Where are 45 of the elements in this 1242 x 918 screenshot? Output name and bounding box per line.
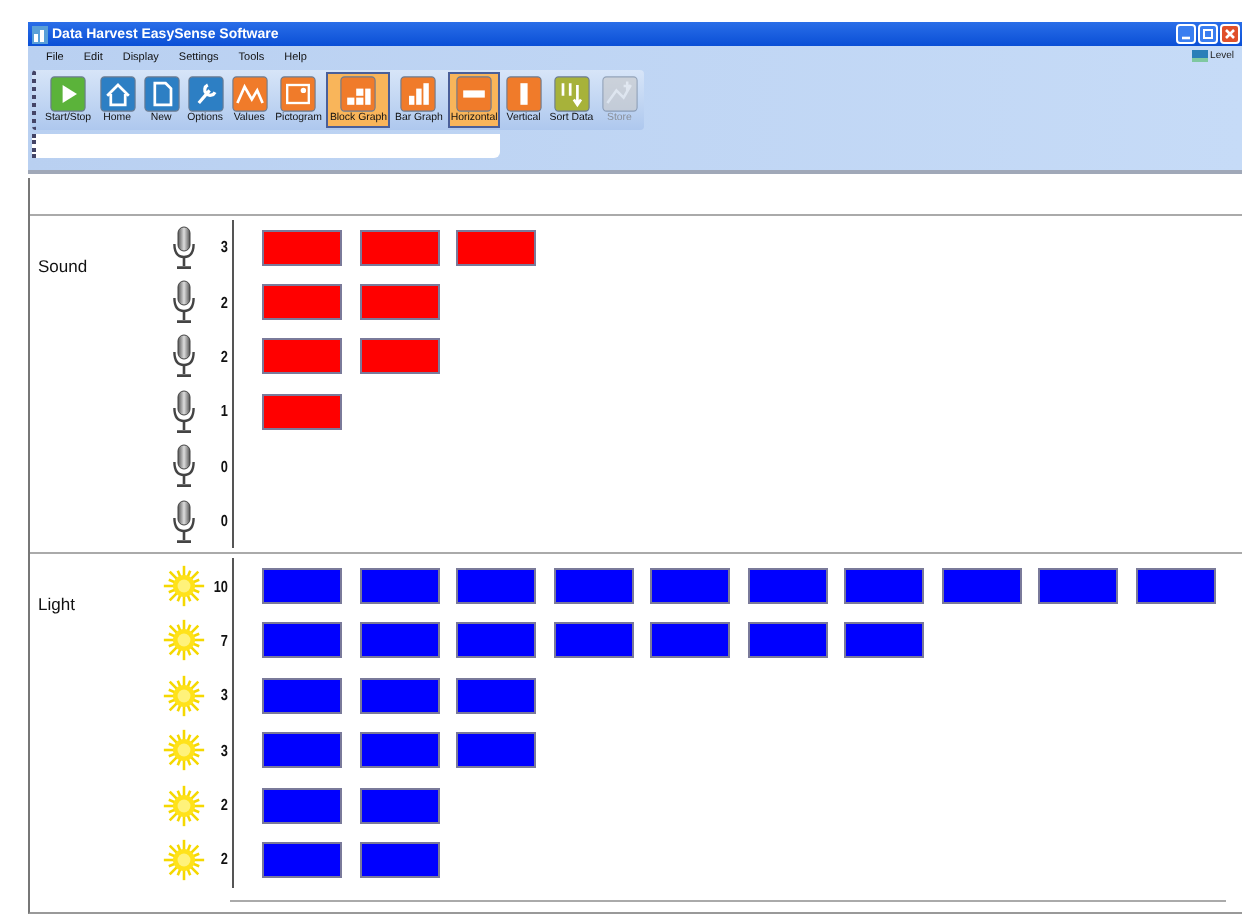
horizontal-bar-icon [456, 76, 493, 112]
value-label: 2 [218, 850, 228, 869]
value-label: 7 [218, 631, 228, 650]
sun-icon [162, 728, 206, 773]
app-icon [32, 25, 48, 43]
close-icon [1222, 26, 1238, 42]
close-button[interactable] [1220, 24, 1240, 44]
value-label: 2 [218, 293, 228, 312]
value-label: 2 [218, 347, 228, 366]
document-icon [143, 76, 180, 112]
picture-frame-icon [280, 76, 317, 112]
sun-icon [162, 564, 206, 609]
value-label: 2 [218, 796, 228, 815]
value-label: 1 [218, 402, 228, 421]
microphone-icon [172, 499, 196, 544]
value-label: 0 [218, 457, 228, 476]
bar-graph-icon [400, 76, 437, 112]
value-label: 3 [218, 686, 228, 705]
microphone-icon [172, 225, 196, 270]
minimize-button[interactable] [1176, 24, 1196, 44]
microphone-icon [172, 389, 196, 434]
maximize-icon [1200, 26, 1216, 42]
value-label: 10 [211, 577, 228, 596]
sun-icon [162, 783, 206, 828]
input-field[interactable] [32, 134, 500, 158]
group-label: Light [36, 592, 77, 619]
wrench-icon [187, 76, 224, 112]
house-icon [99, 76, 136, 112]
block-graph-icon [340, 76, 377, 112]
value-label: 3 [218, 238, 228, 257]
value-label: 3 [218, 741, 228, 760]
microphone-icon [172, 280, 196, 325]
sun-icon [162, 618, 206, 663]
line-graph-icon [231, 76, 268, 112]
value-label: 0 [218, 512, 228, 531]
sort-icon [553, 76, 590, 112]
microphone-icon [172, 444, 196, 489]
sun-icon [162, 837, 206, 882]
play-icon [50, 76, 87, 112]
group-label: Sound [36, 254, 90, 280]
maximize-button[interactable] [1198, 24, 1218, 44]
sun-icon [162, 673, 206, 718]
graph-plus-icon [601, 76, 638, 112]
microphone-icon [172, 334, 196, 379]
vertical-bar-icon [505, 76, 542, 112]
